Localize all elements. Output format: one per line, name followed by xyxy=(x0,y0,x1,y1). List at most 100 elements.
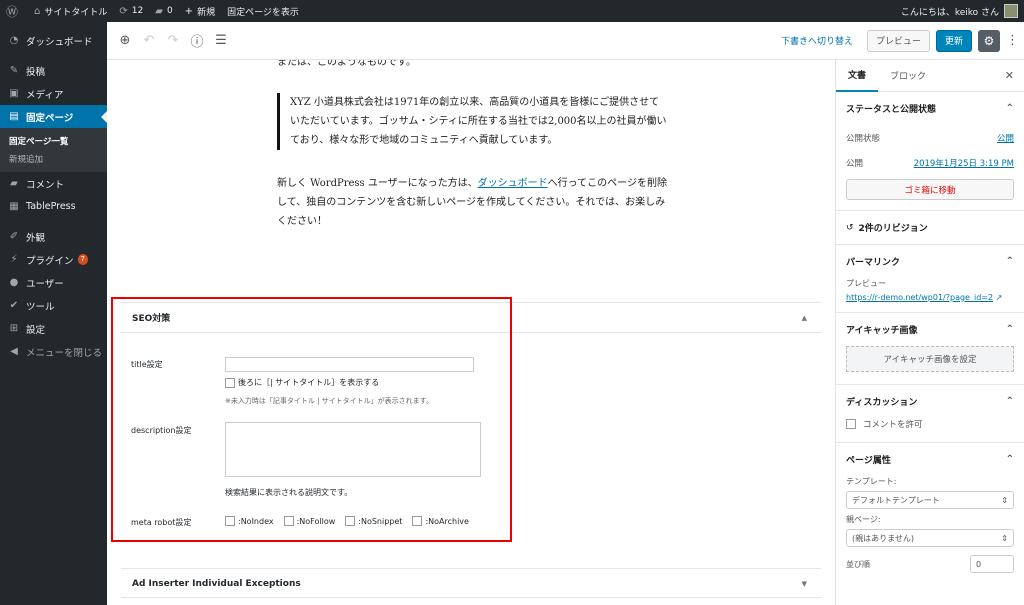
greeting[interactable]: こんにちは、keiko さん xyxy=(901,5,999,18)
sidebar-item-label: プラグイン xyxy=(26,255,74,267)
ad-inserter-title: Ad Inserter Individual Exceptions xyxy=(132,579,301,589)
expand-down-icon[interactable]: ▼ xyxy=(802,580,807,588)
dashboard-link[interactable]: ダッシュボード xyxy=(478,178,548,189)
comments-count: 0 xyxy=(166,6,173,16)
admin-bar: Ⓦ ⌂ サイトタイトル ⟳ 12 ▰ 0 + 新規 固定ページを表示 こんにちは、kei… xyxy=(0,0,1024,22)
plugins-update-badge: 7 xyxy=(77,254,88,265)
sidebar-item-pages[interactable]: ▤ 固定ページ xyxy=(0,105,107,128)
sidebar-item-label: メニューを閉じる xyxy=(26,347,103,359)
page-attributes-header[interactable]: ページ属性 ⌃ xyxy=(846,443,1014,476)
revisions-label: 2件のリビジョン xyxy=(858,224,928,234)
sidebar-item-plugins[interactable]: ⚡ プラグイン 7 xyxy=(0,248,107,271)
settings-icon: ⊞ xyxy=(9,323,19,334)
select-arrows-icon: ⇕ xyxy=(1001,495,1008,505)
collapse-icon: ◀ xyxy=(10,346,18,357)
dashboard-icon: ◔ xyxy=(9,35,19,46)
comment-icon: ▰ xyxy=(155,5,163,17)
sidebar-item-label: 固定ページ xyxy=(26,112,74,124)
sidebar-item-label: コメント xyxy=(26,179,65,191)
tab-document[interactable]: 文書 xyxy=(836,60,879,92)
chevron-up-icon: ⌃ xyxy=(1005,256,1014,267)
redo-icon[interactable]: ↷ xyxy=(161,29,185,53)
order-label: 並び順 xyxy=(846,559,870,569)
permalink-section: パーマリンク ⌃ プレビュー https://r-demo.net/wp01/?p… xyxy=(836,245,1024,313)
update-button[interactable]: 更新 xyxy=(935,29,972,52)
allow-comments-checkbox[interactable] xyxy=(846,419,856,429)
close-icon[interactable]: ✕ xyxy=(1005,69,1014,82)
revisions-section[interactable]: ↺ 2件のリビジョン xyxy=(836,211,1024,245)
updates-count: 12 xyxy=(131,6,144,16)
home-icon: ⌂ xyxy=(34,5,41,17)
site-name-link[interactable]: ⌂ サイトタイトル xyxy=(28,0,113,22)
permalink-header[interactable]: パーマリンク ⌃ xyxy=(846,245,1014,278)
refresh-icon: ⟳ xyxy=(119,5,128,17)
permalink-url[interactable]: https://r-demo.net/wp01/?page_id=2 xyxy=(846,293,993,302)
sidebar-item-users[interactable]: ● ユーザー xyxy=(0,271,107,294)
switch-to-draft-link[interactable]: 下書きへ切り替え xyxy=(781,34,853,47)
more-options-icon[interactable]: ⋮ xyxy=(1006,33,1019,48)
undo-icon[interactable]: ↶ xyxy=(137,29,161,53)
sidebar-item-comments[interactable]: ▰ コメント xyxy=(0,172,107,195)
plus-icon: + xyxy=(184,5,194,17)
order-input[interactable]: 0 xyxy=(970,555,1014,573)
sidebar-item-tools[interactable]: ✔ ツール xyxy=(0,294,107,317)
sidebar-item-posts[interactable]: ✎ 投稿 xyxy=(0,59,107,82)
quote-block[interactable]: XYZ 小道具株式会社は1971年の創立以来、高品質の小道具を皆様にご提供させて… xyxy=(277,93,667,150)
visibility-link[interactable]: 公開 xyxy=(997,132,1014,144)
tab-block[interactable]: ブロック xyxy=(878,60,938,92)
list-view-icon[interactable]: ☰ xyxy=(209,29,233,53)
ad-inserter-header[interactable]: Ad Inserter Individual Exceptions ▼ xyxy=(121,569,821,599)
collapse-up-icon[interactable]: ▲ xyxy=(802,314,807,322)
featured-image-header[interactable]: アイキャッチ画像 ⌃ xyxy=(846,313,1014,346)
permalink-title: パーマリンク xyxy=(846,258,901,268)
permalink-label: プレビュー xyxy=(846,279,886,288)
sidebar-collapse[interactable]: ◀ メニューを閉じる xyxy=(0,340,107,363)
visibility-label: 公開状態 xyxy=(846,133,881,144)
preview-button[interactable]: プレビュー xyxy=(866,29,930,52)
allow-comments-label: コメントを許可 xyxy=(863,420,923,430)
sidebar-item-settings[interactable]: ⊞ 設定 xyxy=(0,317,107,340)
updates-link[interactable]: ⟳ 12 xyxy=(113,0,149,22)
sidebar-item-appearance[interactable]: ✐ 外観 xyxy=(0,225,107,248)
pages-submenu: 固定ページ一覧 新規追加 xyxy=(0,128,107,172)
allow-comments-row: コメントを許可 xyxy=(846,418,1014,430)
sidebar-item-label: ツール xyxy=(26,301,55,313)
paragraph-block[interactable]: または、このようなものです。 xyxy=(277,60,667,72)
template-value: デフォルトテンプレート xyxy=(852,495,940,505)
view-page-link[interactable]: 固定ページを表示 xyxy=(221,0,305,22)
sidebar-item-dashboard[interactable]: ◔ ダッシュボード xyxy=(0,29,107,52)
parent-select[interactable]: (親はありません) ⇕ xyxy=(846,529,1014,547)
sidebar-item-label: 外観 xyxy=(26,232,46,244)
new-content-link[interactable]: + 新規 xyxy=(179,0,221,22)
submenu-add-new[interactable]: 新規追加 xyxy=(0,150,107,168)
paragraph-block[interactable]: 新しく WordPress ユーザーになった方は、ダッシュボードへ行ってこのペー… xyxy=(277,174,667,231)
move-to-trash-button[interactable]: ゴミ箱に移動 xyxy=(846,179,1014,200)
admin-sidebar: ◔ ダッシュボード ✎ 投稿 ▣ メディア ▤ 固定ページ 固定ページ一覧 新規追加 ▰… xyxy=(0,22,107,605)
discussion-section: ディスカッション ⌃ コメントを許可 xyxy=(836,385,1024,443)
publish-date-link[interactable]: 2019年1月25日 3:19 PM xyxy=(914,157,1014,169)
sidebar-item-label: TablePress xyxy=(26,201,76,212)
comments-link[interactable]: ▰ 0 xyxy=(149,0,178,22)
chevron-up-icon: ⌃ xyxy=(1005,396,1014,407)
order-row: 並び順 0 xyxy=(846,555,1014,573)
status-header[interactable]: ステータスと公開状態 ⌃ xyxy=(846,92,1014,125)
info-icon[interactable]: ⓘ xyxy=(185,29,209,53)
visibility-row: 公開状態 公開 xyxy=(846,125,1014,150)
chevron-up-icon: ⌃ xyxy=(1005,103,1014,114)
add-block-icon[interactable]: ⊕ xyxy=(113,29,137,53)
template-select[interactable]: デフォルトテンプレート ⇕ xyxy=(846,491,1014,509)
brush-icon: ✐ xyxy=(9,231,19,242)
settings-gear-icon[interactable]: ⚙ xyxy=(978,29,1000,52)
sidebar-item-tablepress[interactable]: ▦ TablePress xyxy=(0,195,107,218)
comment-icon: ▰ xyxy=(10,178,18,189)
discussion-header[interactable]: ディスカッション ⌃ xyxy=(846,385,1014,418)
wp-logo[interactable]: Ⓦ xyxy=(0,0,28,22)
revisions-row[interactable]: ↺ 2件のリビジョン xyxy=(846,211,1014,244)
submenu-all-pages[interactable]: 固定ページ一覧 xyxy=(0,132,107,150)
set-featured-image-button[interactable]: アイキャッチ画像を設定 xyxy=(846,346,1014,372)
page-attributes-title: ページ属性 xyxy=(846,456,891,466)
permalink-row: https://r-demo.net/wp01/?page_id=2 ↗ xyxy=(846,293,1014,302)
sidebar-item-media[interactable]: ▣ メディア xyxy=(0,82,107,105)
avatar[interactable] xyxy=(1004,4,1018,18)
paragraph-text: 新しく WordPress ユーザーになった方は、 xyxy=(277,178,478,189)
